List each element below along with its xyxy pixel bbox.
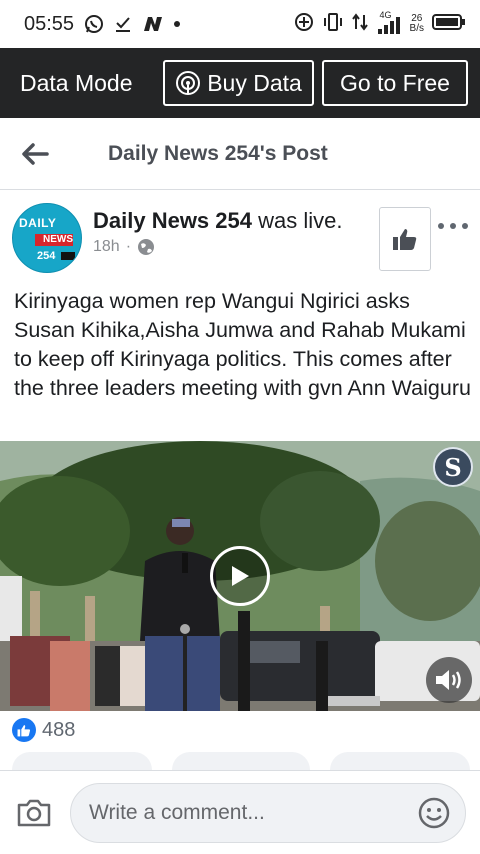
comment-bar: Write a comment... [0,770,480,854]
dot-icon [174,21,181,27]
whatsapp-icon [84,14,104,34]
thumbs-up-icon [393,229,417,250]
avatar-logo-news: NEWS [43,234,73,245]
status-right: 4G 26 B/s [294,10,466,37]
avatar-logo-text: DAILY [19,216,57,230]
n-app-icon [142,15,164,33]
share-action-button[interactable] [330,752,470,770]
camera-button[interactable] [14,795,54,831]
camera-icon [17,799,51,827]
reaction-summary[interactable]: 488 [12,716,75,744]
battery-icon [432,13,466,36]
go-to-free-button[interactable]: Go to Free [322,60,468,106]
status-bar: 05:55 4G 26 B/s [0,0,480,48]
emoji-icon [418,797,450,829]
volume-button[interactable] [426,657,472,703]
net-speed-unit: B/s [409,23,424,34]
vibrate-icon [322,12,344,36]
more-dot-icon [450,223,456,229]
go-to-free-label: Go to Free [340,69,450,96]
play-icon [232,566,249,586]
download-done-icon [114,15,132,33]
like-reaction-icon [12,718,36,742]
post-action-row [0,752,480,770]
post-header: Daily News 254's Post [0,118,480,190]
back-button[interactable] [0,142,70,165]
broadcast-icon [176,71,201,95]
data-saver-icon [294,12,314,37]
status-time: 05:55 [24,12,75,35]
page-avatar[interactable]: DAILY NEWS 254 [12,203,82,273]
author-action-text: was live. [251,208,343,233]
avatar-black-bar [61,252,75,260]
comment-placeholder: Write a comment... [89,801,265,824]
signal-icon: 4G [376,10,402,35]
buy-data-button[interactable]: Buy Data [163,60,314,106]
data-mode-bar: Data Mode Buy Data Go to Free [0,48,480,118]
author-name-link[interactable]: Daily News 254 [93,208,252,233]
net-speed: 26 B/s [410,14,424,34]
more-dot-icon [438,223,444,229]
volume-icon [436,670,461,690]
reaction-count: 488 [42,718,76,741]
data-transfer-icon [351,12,368,36]
play-button[interactable] [210,546,270,606]
more-dot-icon [462,223,468,229]
comment-input[interactable]: Write a comment... [70,783,466,843]
buy-data-label: Buy Data [207,69,302,96]
post-meta: 18h · [93,238,155,256]
back-arrow-icon [22,142,49,165]
comment-action-button[interactable] [172,752,310,770]
watermark-logo: S [433,447,473,487]
page-title: Daily News 254's Post [108,141,328,165]
avatar-logo-number: 254 [37,250,56,262]
globe-icon [138,239,155,255]
post-text: Kirinyaga women rep Wangui Ngirici asks … [14,289,471,400]
meta-separator: · [125,238,132,255]
more-options-button[interactable] [438,216,468,236]
post-time[interactable]: 18h [93,238,120,256]
data-mode-label: Data Mode [20,69,133,96]
like-action-button[interactable] [12,752,152,770]
emoji-button[interactable] [416,795,452,831]
post-author-line: Daily News 254 was live. [93,208,342,234]
like-page-button[interactable] [379,207,431,271]
